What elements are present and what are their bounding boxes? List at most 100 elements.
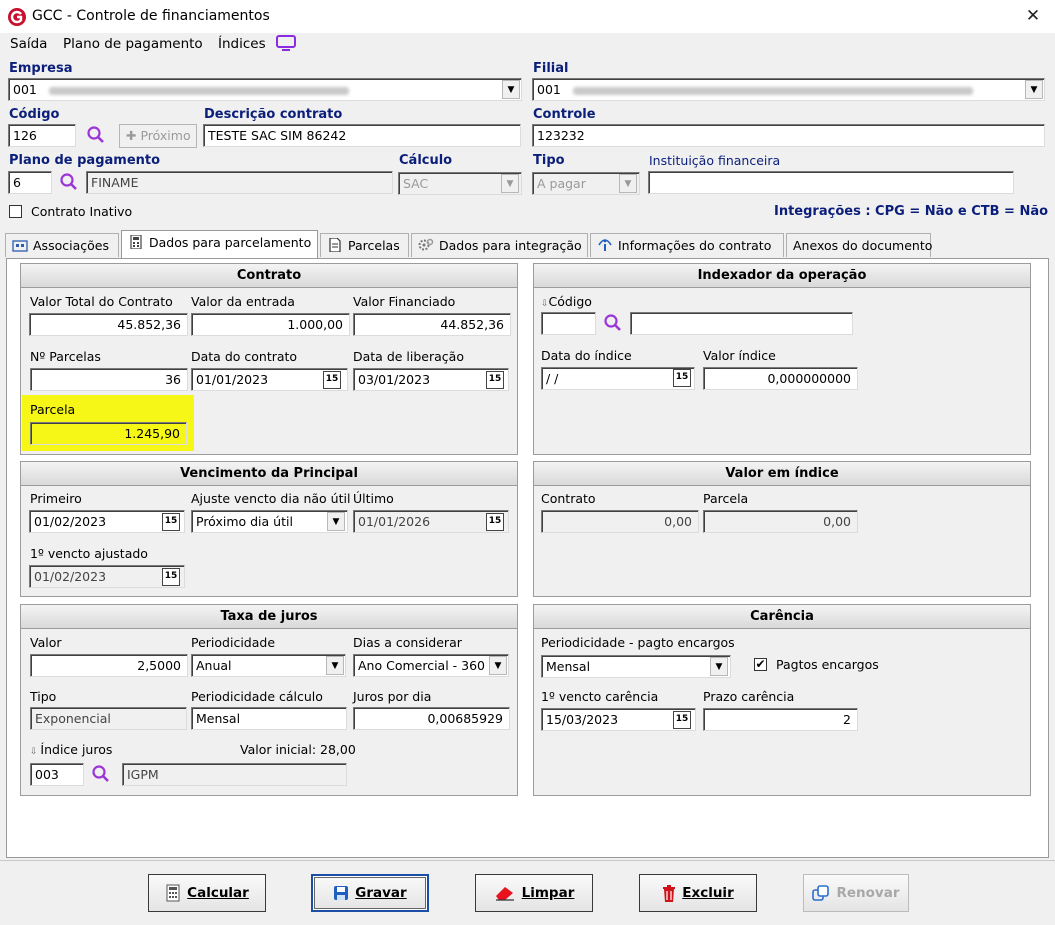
- prazo-carencia-label: Prazo carência: [703, 689, 795, 704]
- chevron-down-icon[interactable]: ▼: [489, 656, 507, 675]
- valor-financiado-label: Valor Financiado: [353, 294, 456, 309]
- excluir-button[interactable]: Excluir: [639, 874, 757, 912]
- chevron-down-icon[interactable]: ▼: [327, 512, 345, 531]
- gravar-button[interactable]: Gravar: [311, 874, 429, 912]
- valor-entrada-label: Valor da entrada: [191, 294, 295, 309]
- controle-input[interactable]: 123232: [532, 124, 1045, 147]
- indexador-codigo-input[interactable]: [541, 312, 596, 335]
- n-parcelas-label: Nº Parcelas: [30, 349, 101, 364]
- chevron-down-icon[interactable]: ▼: [326, 656, 344, 675]
- indexador-codigo-text: Código: [548, 294, 592, 309]
- calendar-icon[interactable]: 15: [486, 513, 504, 531]
- renovar-button[interactable]: Renovar: [803, 874, 909, 912]
- filial-select[interactable]: 001: [532, 78, 1045, 101]
- tab-associacoes[interactable]: Associações: [5, 233, 119, 257]
- ultimo-label: Último: [353, 491, 394, 506]
- dias-select[interactable]: Ano Comercial - 360: [353, 654, 509, 677]
- limpar-button[interactable]: Limpar: [475, 874, 593, 912]
- tab-label: Dados para parcelamento: [149, 235, 312, 250]
- chevron-down-icon[interactable]: ▼: [619, 174, 637, 193]
- arrow-down-icon: ⇩: [541, 299, 549, 309]
- search-icon[interactable]: [86, 125, 106, 145]
- calendar-icon[interactable]: 15: [673, 711, 691, 729]
- instituicao-input[interactable]: [648, 171, 1014, 194]
- limpar-label: Limpar: [521, 885, 575, 901]
- taxa-valor-input[interactable]: 2,5000: [30, 654, 188, 677]
- ajuste-select[interactable]: Próximo dia útil: [191, 510, 348, 533]
- monitor-icon[interactable]: [276, 35, 296, 51]
- pagtos-encargos-label: Pagtos encargos: [776, 657, 879, 672]
- excluir-label: Excluir: [682, 885, 734, 901]
- tab-parcelas[interactable]: Parcelas: [320, 233, 409, 257]
- calendar-icon[interactable]: 15: [162, 513, 180, 531]
- codigo-input[interactable]: 126: [8, 124, 76, 147]
- gravar-label: Gravar: [355, 885, 407, 901]
- tipo-juros-label: Tipo: [30, 689, 57, 704]
- chevron-down-icon[interactable]: ▼: [1025, 80, 1043, 99]
- indexador-nome-input[interactable]: [630, 312, 853, 335]
- panel-title: Indexador da operação: [534, 264, 1030, 288]
- valor-indice-label: Valor índice: [703, 348, 776, 363]
- empresa-value: 001: [13, 82, 37, 97]
- panel-title: Valor em índice: [534, 462, 1030, 486]
- carencia-periodicidade-select[interactable]: Mensal: [541, 655, 731, 678]
- close-icon[interactable]: ✕: [1022, 4, 1044, 28]
- menu-plano-pagamento[interactable]: Plano de pagamento: [63, 36, 203, 52]
- data-indice-input[interactable]: / /: [541, 367, 695, 390]
- pagtos-encargos-checkbox[interactable]: ✔: [754, 658, 767, 671]
- prazo-carencia-input[interactable]: 2: [703, 708, 858, 731]
- valor-entrada-input[interactable]: 1.000,00: [191, 313, 350, 336]
- juros-dia-label: Juros por dia: [353, 689, 432, 704]
- indice-juros-label: ⇩ Índice juros: [30, 742, 112, 757]
- tab-anexos-documento[interactable]: Anexos do documento: [786, 233, 932, 257]
- proximo-button[interactable]: ✚ Próximo: [119, 124, 197, 148]
- menu-indices[interactable]: Índices: [218, 36, 266, 52]
- periodicidade-select[interactable]: Anual: [191, 654, 346, 677]
- n-parcelas-input[interactable]: 36: [30, 368, 188, 391]
- indice-juros-name-field: IGPM: [122, 763, 347, 786]
- panel-title: Contrato: [21, 264, 517, 288]
- calendar-icon[interactable]: 15: [162, 568, 180, 586]
- tab-informacoes-contrato[interactable]: Informações do contrato: [590, 233, 784, 257]
- search-icon[interactable]: [59, 172, 79, 192]
- descricao-input[interactable]: TESTE SAC SIM 86242: [203, 124, 521, 147]
- empresa-select[interactable]: 001: [8, 78, 522, 101]
- tab-label: Associações: [33, 238, 109, 253]
- tab-dados-integracao[interactable]: Dados para integração: [411, 233, 588, 257]
- tab-label: Parcelas: [348, 238, 400, 253]
- instituicao-label: Instituição financeira: [649, 153, 781, 168]
- filial-value: 001: [537, 82, 561, 97]
- calcular-button[interactable]: Calcular: [148, 874, 266, 912]
- juros-dia-input[interactable]: 0,00685929: [353, 707, 510, 730]
- periodicidade-calculo-input[interactable]: Mensal: [191, 707, 347, 730]
- carencia-periodicidade-label: Periodicidade - pagto encargos: [541, 635, 735, 650]
- panel-title: Carência: [534, 605, 1030, 629]
- contrato-inativo-label: Contrato Inativo: [31, 204, 133, 219]
- tipo-label: Tipo: [533, 153, 565, 168]
- tab-dados-parcelamento[interactable]: Dados para parcelamento: [121, 230, 318, 258]
- filial-label: Filial: [533, 61, 569, 76]
- search-icon[interactable]: [603, 313, 623, 333]
- valor-indice-input[interactable]: 0,000000000: [703, 367, 858, 390]
- parcela-field: 1.245,90: [30, 422, 187, 445]
- plano-code-input[interactable]: 6: [8, 171, 52, 194]
- chevron-down-icon[interactable]: ▼: [710, 657, 728, 676]
- valor-total-input[interactable]: 45.852,36: [29, 313, 188, 336]
- copy-icon: [812, 885, 830, 901]
- indice-juros-code-input[interactable]: 003: [30, 763, 84, 786]
- chevron-down-icon[interactable]: ▼: [502, 80, 520, 99]
- calendar-icon[interactable]: 15: [323, 371, 341, 389]
- document-icon: [329, 238, 341, 252]
- blurred-text: [48, 86, 349, 95]
- chevron-down-icon[interactable]: ▼: [501, 174, 519, 193]
- contrato-inativo-checkbox[interactable]: [9, 205, 22, 218]
- carencia-vencto-label: 1º vencto carência: [541, 689, 659, 704]
- calculo-label: Cálculo: [399, 153, 453, 168]
- valor-financiado-input[interactable]: 44.852,36: [353, 313, 511, 336]
- menu-saida[interactable]: Saída: [10, 36, 47, 52]
- search-icon[interactable]: [91, 764, 111, 784]
- periodicidade-calculo-label: Periodicidade cálculo: [191, 689, 323, 704]
- calendar-icon[interactable]: 15: [673, 369, 691, 387]
- plano-name-field: FINAME: [86, 171, 393, 194]
- calendar-icon[interactable]: 15: [486, 371, 504, 389]
